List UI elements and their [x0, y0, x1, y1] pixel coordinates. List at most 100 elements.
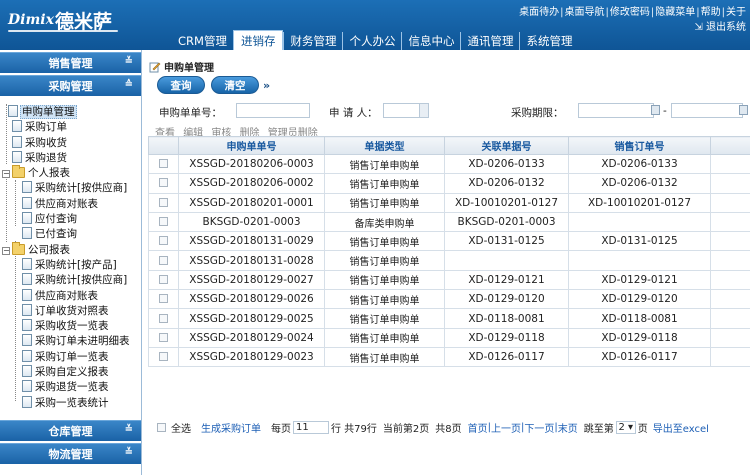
tree-item-purchase-return[interactable]: 采购退货: [0, 150, 141, 166]
prev-page-link[interactable]: 上一页: [491, 420, 521, 435]
cell-related-no: BKSGD-0201-0003: [444, 211, 569, 233]
row-checkbox[interactable]: [159, 236, 168, 246]
row-checkbox[interactable]: [159, 178, 168, 188]
req-no-input[interactable]: [236, 103, 310, 118]
select-all-checkbox[interactable]: [157, 423, 166, 432]
generate-order-link[interactable]: 生成采购订单: [201, 420, 261, 435]
tree-item-stat-by-product[interactable]: 采购统计[按产品]: [0, 257, 141, 273]
tree-item-company-supplier-statement[interactable]: 供应商对账表: [0, 288, 141, 304]
last-page-link[interactable]: 末页: [558, 420, 578, 435]
row-checkbox[interactable]: [159, 313, 168, 323]
row-checkbox[interactable]: [159, 159, 168, 169]
link-hide-menu[interactable]: 隐藏菜单: [655, 7, 695, 18]
row-checkbox[interactable]: [159, 332, 168, 342]
tree-item-stat-by-supplier[interactable]: 采购统计[按供应商]: [0, 181, 141, 196]
nav-crm[interactable]: CRM管理: [172, 32, 233, 50]
column-header-related-no[interactable]: 关联单据号: [444, 136, 569, 155]
cell-req-no[interactable]: XSSGD-20180131-0029: [178, 231, 325, 252]
row-checkbox[interactable]: [159, 217, 168, 227]
row-checkbox[interactable]: [159, 294, 168, 304]
cell-req-no[interactable]: XSSGD-20180206-0003: [178, 153, 325, 175]
row-checkbox[interactable]: [159, 197, 168, 207]
nav-info-center[interactable]: 信息中心: [401, 32, 460, 50]
row-checkbox[interactable]: [159, 274, 168, 284]
tree-item-purchase-receive[interactable]: 采购收货: [0, 135, 141, 151]
expand-filters-icon[interactable]: »: [263, 79, 270, 92]
tree-item-receive-list[interactable]: 采购收货一览表: [0, 319, 141, 334]
column-header-sales-order-no[interactable]: 销售订单号: [568, 136, 711, 155]
cell-sales-order-no: XD-0129-0118: [568, 327, 711, 348]
table-row[interactable]: XSSGD-20180129-0023 销售订单申购单 XD-0126-0117 XD…: [148, 346, 750, 368]
column-header-req-no[interactable]: 申购单单号: [178, 136, 325, 155]
accordion-sales[interactable]: 销售管理 ≚: [0, 52, 141, 73]
cell-req-no[interactable]: XSSGD-20180201-0001: [178, 192, 325, 213]
cell-req-no[interactable]: XSSGD-20180129-0027: [178, 269, 325, 291]
export-excel-link[interactable]: 导出至excel: [653, 420, 709, 435]
tree-item-payable-query[interactable]: 应付查询: [0, 212, 141, 227]
nav-finance[interactable]: 财务管理: [283, 32, 342, 50]
cell-req-no[interactable]: XSSGD-20180131-0028: [178, 250, 325, 271]
table-row[interactable]: XSSGD-20180129-0024 销售订单申购单 XD-0129-0118 XD…: [148, 327, 750, 348]
tree-item-company-stat-by-supplier[interactable]: 采购统计[按供应商]: [0, 273, 141, 288]
applicant-dropdown[interactable]: [419, 103, 429, 118]
link-change-password[interactable]: 修改密码: [610, 7, 650, 18]
tree-item-custom-report[interactable]: 采购自定义报表: [0, 365, 141, 380]
cell-doc-type: 销售订单申购单: [324, 308, 445, 329]
tree-folder-personal-reports[interactable]: − 个人报表: [0, 165, 141, 181]
tree-item-summary-stat[interactable]: 采购一览表统计: [0, 395, 141, 411]
tree-item-supplier-statement[interactable]: 供应商对账表: [0, 196, 141, 212]
table-row[interactable]: XSSGD-20180206-0002 销售订单申购单 XD-0206-0132 XD…: [148, 173, 750, 194]
collapse-toggle-icon[interactable]: −: [2, 170, 10, 179]
per-page-input[interactable]: 11: [293, 421, 329, 434]
tree-item-paid-query[interactable]: 已付查询: [0, 227, 141, 242]
nav-communication[interactable]: 通讯管理: [460, 32, 519, 50]
tree-folder-company-reports[interactable]: − 公司报表: [0, 241, 141, 258]
period-start-input[interactable]: [578, 103, 654, 118]
table-row[interactable]: XSSGD-20180131-0028 销售订单申购单: [148, 250, 750, 271]
link-about[interactable]: 关于: [726, 7, 746, 18]
query-button[interactable]: 查询: [157, 76, 205, 94]
tree-item-return-list[interactable]: 采购退货一览表: [0, 380, 141, 395]
nav-personal-office[interactable]: 个人办公: [342, 32, 401, 50]
tree-item-order-pending-detail[interactable]: 采购订单未进明细表: [0, 334, 141, 349]
collapse-toggle-icon[interactable]: −: [2, 246, 10, 255]
cell-req-no[interactable]: XSSGD-20180129-0025: [178, 308, 325, 329]
link-desktop-todo[interactable]: 桌面待办: [519, 7, 559, 18]
table-row[interactable]: XSSGD-20180129-0027 销售订单申购单 XD-0129-0121 XD…: [148, 269, 750, 291]
accordion-warehouse[interactable]: 仓库管理 ≚: [0, 420, 141, 441]
cell-req-no[interactable]: BKSGD-0201-0003: [178, 211, 325, 233]
link-help[interactable]: 帮助: [701, 7, 721, 18]
column-header-doc-type[interactable]: 单据类型: [324, 136, 445, 155]
cell-req-no[interactable]: XSSGD-20180129-0023: [178, 346, 325, 368]
logout-button[interactable]: ⇲ 退出系统: [694, 18, 746, 33]
tree-item-order-receive-compare[interactable]: 订单收货对照表: [0, 303, 141, 319]
nav-inventory[interactable]: 进销存: [232, 30, 284, 50]
tree-item-purchase-order[interactable]: 采购订单: [0, 120, 141, 135]
column-header-extra: [710, 136, 750, 155]
clear-button[interactable]: 清空: [211, 76, 259, 94]
first-page-link[interactable]: 首页: [468, 420, 488, 435]
calendar-icon[interactable]: [739, 105, 748, 115]
calendar-icon[interactable]: [651, 105, 660, 115]
cell-req-no[interactable]: XSSGD-20180206-0002: [178, 173, 325, 194]
table-row[interactable]: XSSGD-20180201-0001 销售订单申购单 XD-10010201-01…: [148, 192, 750, 213]
table-row[interactable]: BKSGD-0201-0003 备库类申购单 BKSGD-0201-0003: [148, 211, 750, 233]
accordion-logistics[interactable]: 物流管理 ≚: [0, 443, 141, 464]
row-checkbox[interactable]: [159, 255, 168, 265]
period-end-input[interactable]: [671, 103, 743, 118]
nav-system[interactable]: 系统管理: [519, 32, 578, 50]
row-checkbox[interactable]: [159, 352, 168, 362]
cell-req-no[interactable]: XSSGD-20180129-0024: [178, 327, 325, 348]
goto-page-select[interactable]: 2 ▾: [615, 421, 636, 434]
tree-item-order-list[interactable]: 采购订单一览表: [0, 349, 141, 365]
next-page-link[interactable]: 下一页: [524, 420, 554, 435]
link-desktop-nav[interactable]: 桌面导航: [565, 7, 605, 18]
table-row[interactable]: XSSGD-20180129-0025 销售订单申购单 XD-0118-0081 XD…: [148, 308, 750, 329]
table-row[interactable]: XSSGD-20180129-0026 销售订单申购单 XD-0129-0120 XD…: [148, 289, 750, 310]
accordion-purchase[interactable]: 采购管理 ≙: [0, 75, 141, 96]
table-row[interactable]: XSSGD-20180206-0003 销售订单申购单 XD-0206-0133 XD…: [148, 153, 750, 175]
table-row[interactable]: XSSGD-20180131-0029 销售订单申购单 XD-0131-0125 XD…: [148, 231, 750, 252]
cell-req-no[interactable]: XSSGD-20180129-0026: [178, 289, 325, 310]
chevron-double-down-icon: ≚: [124, 424, 133, 435]
tree-item-req-mgmt[interactable]: 申购单管理: [0, 105, 141, 120]
